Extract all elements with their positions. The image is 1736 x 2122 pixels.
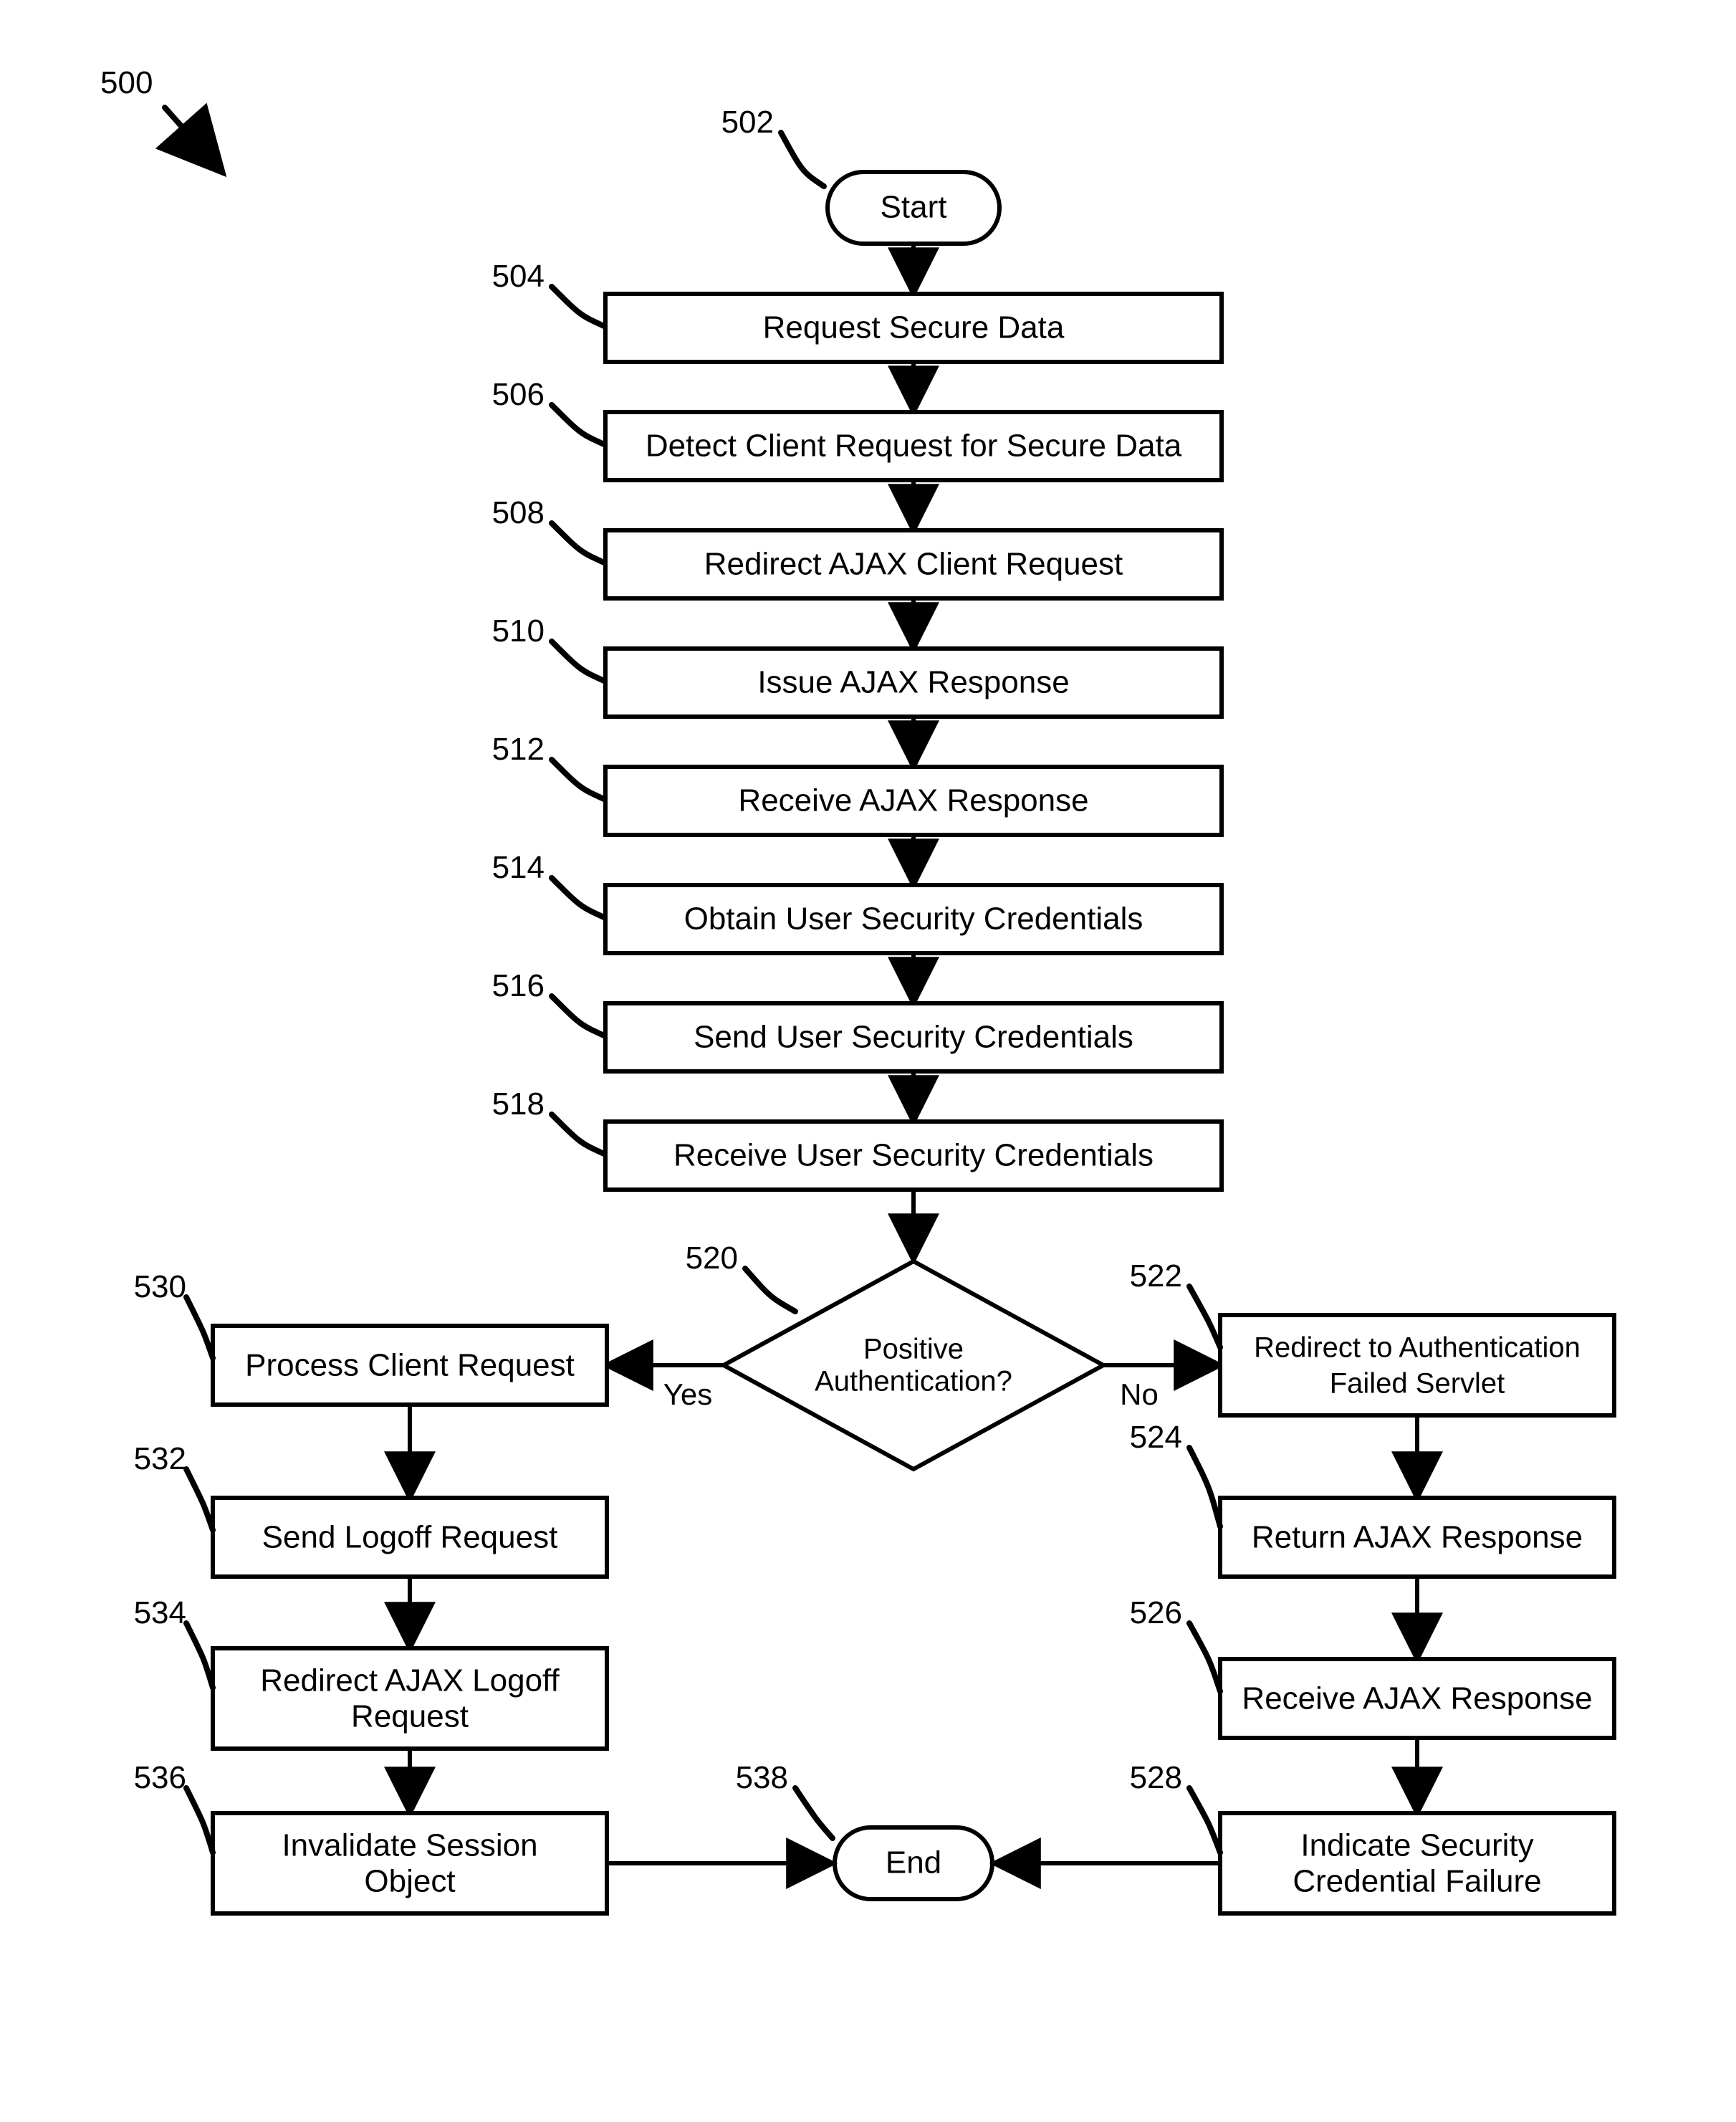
callout-path-530 [186,1297,213,1358]
callout-502: 502 [721,105,774,140]
callout-536: 536 [134,1760,186,1795]
node-518-text: Receive User Security Credentials [673,1138,1154,1173]
callout-516: 516 [492,968,545,1003]
callout-506: 506 [492,377,545,412]
callout-path-520 [745,1268,795,1311]
node-526-text: Receive AJAX Response [1242,1681,1592,1716]
callout-path-518 [552,1114,604,1154]
callout-528: 528 [1130,1760,1182,1795]
callout-514: 514 [492,850,545,885]
node-522 [1220,1315,1614,1415]
callout-538: 538 [736,1760,788,1795]
node-514-text: Obtain User Security Credentials [684,902,1143,937]
node-522-text1: Redirect to Authentication [1254,1332,1581,1364]
node-532-text: Send Logoff Request [262,1520,558,1555]
yes-label: Yes [663,1377,713,1411]
callout-path-512 [552,760,604,799]
start-label: Start [881,190,947,225]
node-516-text: Send User Security Credentials [694,1020,1133,1055]
callout-path-516 [552,996,604,1036]
end-label: End [886,1845,941,1880]
node-510-text: Issue AJAX Response [757,665,1069,700]
callout-520: 520 [686,1241,738,1276]
callout-path-532 [186,1469,213,1530]
node-528-text2: Credential Failure [1293,1864,1541,1899]
callout-path-504 [552,287,604,326]
decision-text1: Positive [863,1334,964,1365]
callout-path-524 [1189,1448,1220,1526]
node-504-text: Request Secure Data [763,310,1065,345]
callout-504: 504 [492,259,545,294]
callout-path-502 [781,133,824,186]
callout-path-510 [552,641,604,681]
callout-534: 534 [134,1595,186,1630]
figure-arrow [165,107,222,172]
callout-path-538 [795,1788,833,1838]
node-528-text1: Indicate Security [1300,1828,1533,1863]
node-508-text: Redirect AJAX Client Request [704,547,1123,582]
callout-path-534 [186,1623,213,1688]
callout-510: 510 [492,613,545,649]
node-512-text: Receive AJAX Response [738,783,1088,818]
callout-path-536 [186,1788,213,1853]
no-label: No [1120,1377,1159,1411]
node-536-text1: Invalidate Session [282,1828,537,1863]
decision-text2: Authentication? [815,1366,1012,1397]
node-522-text2: Failed Servlet [1330,1368,1505,1400]
callout-path-506 [552,405,604,444]
callout-524: 524 [1130,1420,1182,1455]
callout-path-526 [1189,1623,1220,1691]
callout-522: 522 [1130,1258,1182,1294]
node-534-text1: Redirect AJAX Logoff [260,1663,560,1698]
node-536-text2: Object [364,1864,455,1899]
callout-512: 512 [492,732,545,767]
callout-508: 508 [492,495,545,530]
node-506-text: Detect Client Request for Secure Data [646,429,1182,464]
node-534-text2: Request [351,1699,469,1734]
callout-path-522 [1189,1286,1220,1347]
callout-526: 526 [1130,1595,1182,1630]
figure-number: 500 [100,65,153,100]
callout-path-514 [552,878,604,917]
callout-path-528 [1189,1788,1220,1853]
node-530-text: Process Client Request [245,1348,575,1383]
callout-518: 518 [492,1086,545,1122]
node-524-text: Return AJAX Response [1252,1520,1583,1555]
callout-530: 530 [134,1269,186,1304]
callout-path-508 [552,523,604,563]
flowchart: 500 Start 502 Request Secure Data 504 De… [0,0,1736,2122]
callout-532: 532 [134,1441,186,1476]
